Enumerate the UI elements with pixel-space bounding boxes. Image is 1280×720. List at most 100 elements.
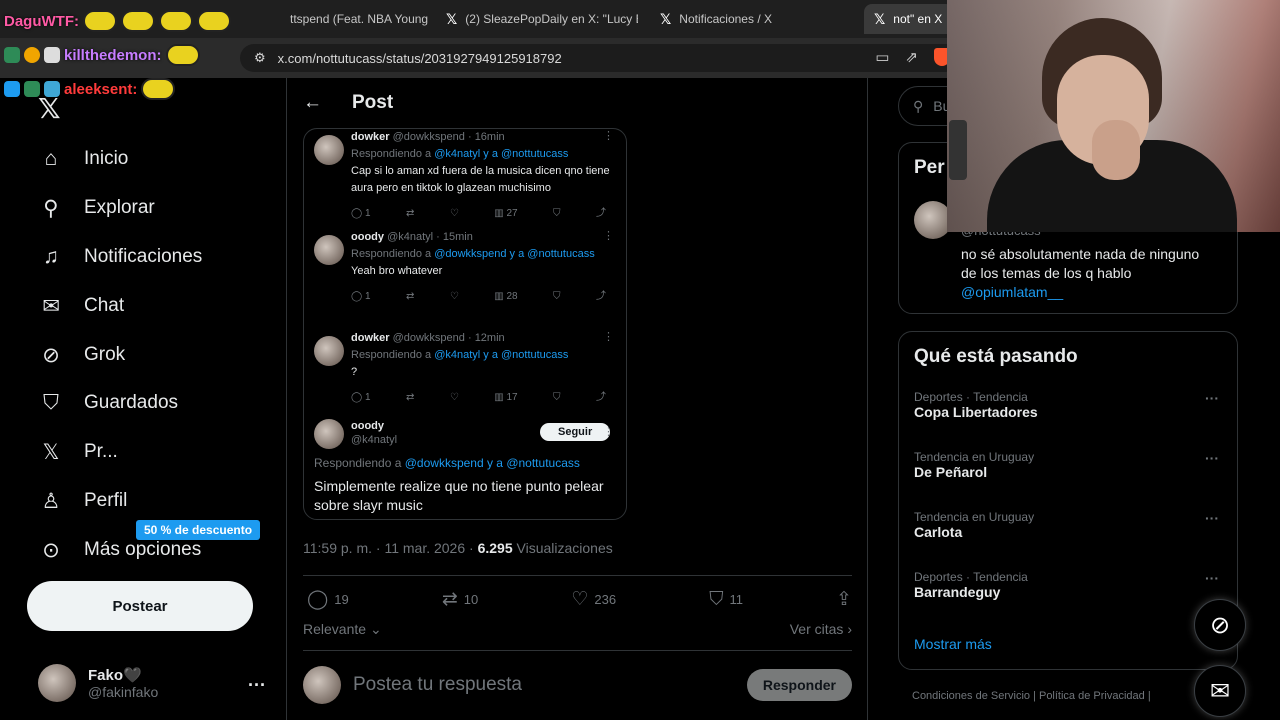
reply-handle: @dowkkspend [392, 332, 465, 344]
nav-item-grok[interactable]: ⊘ Grok [38, 342, 125, 368]
views-icon[interactable]: ▥ 28 [494, 288, 517, 305]
reply-icon[interactable]: ◯ 1 [351, 288, 371, 305]
sort-dropdown[interactable]: Relevante ⌄ [303, 621, 382, 638]
mention-link[interactable]: @dowkkspend y a @nottutucass [434, 248, 595, 260]
trend-item[interactable]: Tendencia en Uruguay De Peñarol ··· [914, 450, 1229, 480]
repost-icon[interactable]: ⇄ [406, 205, 414, 222]
emote-icon [165, 44, 200, 66]
quotes-link[interactable]: Ver citas › [790, 621, 852, 638]
nav-item-chat[interactable]: ✉ Chat [38, 293, 124, 319]
repost-icon[interactable]: ⇄ [406, 389, 414, 406]
stream-chat-line-1: DaguWTF: [4, 10, 231, 32]
browser-tab-2[interactable]: 𝕏 (2) SleazePopDaily en X: "Lucy Be [446, 4, 638, 34]
more-dots-icon[interactable]: ··· [1205, 570, 1219, 586]
repost-button[interactable]: ⇄ 10 [442, 588, 478, 611]
nav-label: Notificaciones [84, 246, 203, 267]
install-app-icon[interactable]: ▭ [875, 48, 889, 66]
bookmark-icon[interactable]: ⛉ [553, 389, 561, 406]
stream-chat-line-2: killthedemon: [4, 44, 200, 66]
trend-item[interactable]: Tendencia en Uruguay Carlota ··· [914, 510, 1229, 540]
share-icon[interactable]: ⇗ [905, 48, 918, 66]
reply-icon[interactable]: ◯ 1 [351, 205, 371, 222]
browser-tab-3[interactable]: 𝕏 Notificaciones / X [660, 4, 810, 34]
bookmark-count: 11 [729, 592, 743, 607]
bio-mention[interactable]: @opiumlatam__ [961, 283, 1231, 302]
url-field[interactable]: ⚙ x.com/nottutucass/status/2031927949125… [240, 44, 960, 72]
grok-fab[interactable]: ⊘ [1194, 599, 1246, 651]
more-dots-icon[interactable]: ⋮ [603, 229, 614, 242]
avatar [314, 135, 344, 165]
nav-item-explorar[interactable]: ⚲ Explorar [38, 195, 154, 221]
nav-label: Guardados [84, 392, 179, 413]
trend-category: Deportes · Tendencia [914, 570, 1028, 584]
tab-title: Notificaciones / X [679, 12, 772, 26]
site-info-icon[interactable]: ⚙ [254, 50, 266, 66]
reply-count: 1 [364, 392, 371, 403]
chat-badge-icon [24, 47, 40, 63]
trend-item[interactable]: Deportes · Tendencia Copa Libertadores ·… [914, 390, 1229, 420]
show-more-link[interactable]: Mostrar más [914, 636, 992, 652]
reply-submit-button[interactable]: Responder [746, 669, 852, 701]
nav-item-perfil[interactable]: ♙ Perfil [38, 488, 128, 514]
replying-to: Respondiendo a @k4natyl y a @nottutucass [351, 146, 626, 163]
like-icon[interactable]: ♡ [450, 205, 459, 222]
follow-button[interactable]: Seguir [540, 423, 611, 441]
trend-name: Carlota [914, 524, 963, 540]
bookmark-icon[interactable]: ⛉ [553, 205, 561, 222]
mention-link[interactable]: @k4natyl y a @nottutucass [434, 148, 568, 160]
mention-link[interactable]: @k4natyl y a @nottutucass [434, 349, 568, 361]
like-button[interactable]: ♡ 236 [571, 588, 616, 611]
more-dots-icon[interactable]: ⋮ [603, 129, 614, 142]
share-icon[interactable]: ⤴ [596, 389, 606, 406]
search-icon: ⚲ [913, 97, 924, 114]
browser-tab-1[interactable]: ttspend (Feat. NBA Young [290, 4, 430, 34]
more-dots-icon[interactable]: ··· [248, 675, 266, 696]
like-icon[interactable]: ♡ [450, 288, 459, 305]
post-timestamp: 11:59 p. m. · 11 mar. 2026 · 6.295 Visua… [303, 540, 613, 556]
reply-icon[interactable]: ◯ 1 [351, 389, 371, 406]
browser-tab-active[interactable]: 𝕏 not" en X [864, 4, 954, 34]
views-icon[interactable]: ▥ 27 [494, 205, 517, 222]
reply-input[interactable]: Postea tu respuesta [353, 674, 735, 696]
share-button[interactable]: ⇪ [836, 588, 852, 611]
more-dots-icon[interactable]: ··· [1205, 510, 1219, 526]
bookmark-icon[interactable]: ⛉ [553, 288, 561, 305]
messages-fab[interactable]: ✉ [1194, 665, 1246, 717]
like-icon[interactable]: ♡ [450, 389, 459, 406]
share-icon: ⇪ [836, 589, 852, 610]
x-logo-icon: 𝕏 [874, 10, 886, 27]
more-dots-icon[interactable]: ⋮ [603, 330, 614, 343]
reply-button[interactable]: ◯ 19 [307, 588, 349, 611]
bookmark-button[interactable]: ⛉ 11 [709, 588, 743, 611]
nav-item-inicio[interactable]: ⌂ Inicio [38, 146, 129, 172]
trends-panel: Qué está pasando Deportes · Tendencia Co… [898, 331, 1238, 670]
post-button[interactable]: Postear [27, 581, 253, 631]
repost-icon[interactable]: ⇄ [406, 288, 414, 305]
share-icon[interactable]: ⤴ [596, 288, 606, 305]
views-count: 28 [506, 291, 518, 302]
x-logo-icon[interactable]: 𝕏 [38, 92, 61, 125]
mail-icon: ✉ [42, 294, 60, 318]
more-dots-icon[interactable]: ⋮ [603, 425, 614, 438]
account-switcher[interactable]: Fako🖤 @fakinfako [38, 664, 158, 702]
share-icon[interactable]: ⤴ [596, 205, 606, 222]
reply-time: · 12min [467, 332, 505, 344]
more-dots-icon[interactable]: ··· [1205, 390, 1219, 406]
quoted-thread-card[interactable]: dowker @dowkkspend · 16min Respondiendo … [303, 128, 627, 520]
profile-bio: no sé absolutamente nada de ninguno de l… [961, 245, 1231, 302]
nav-item-guardados[interactable]: ⛉ Guardados [38, 390, 178, 416]
quoted-handle: @k4natyl [351, 434, 398, 446]
nav-item-mas-opciones[interactable]: ⊙ Más opciones [38, 537, 201, 563]
reply-icon: ◯ [307, 589, 329, 610]
nav-label: Pr... [84, 441, 118, 462]
panel-title: Per [914, 157, 945, 178]
mention-link[interactable]: @dowkkspend y a @nottutucass [405, 456, 580, 470]
nav-item-notificaciones[interactable]: ♫ Notificaciones [38, 244, 202, 270]
trend-item[interactable]: Deportes · Tendencia Barrandeguy ··· [914, 570, 1229, 600]
more-dots-icon[interactable]: ··· [1205, 450, 1219, 466]
footer-links[interactable]: Condiciones de Servicio | Política de Pr… [912, 690, 1151, 702]
nav-item-premium[interactable]: 𝕏 Pr... [38, 439, 118, 465]
sort-row: Relevante ⌄ Ver citas › [303, 621, 852, 638]
back-arrow-icon[interactable]: ← [303, 92, 322, 114]
views-icon[interactable]: ▥ 17 [494, 389, 517, 406]
